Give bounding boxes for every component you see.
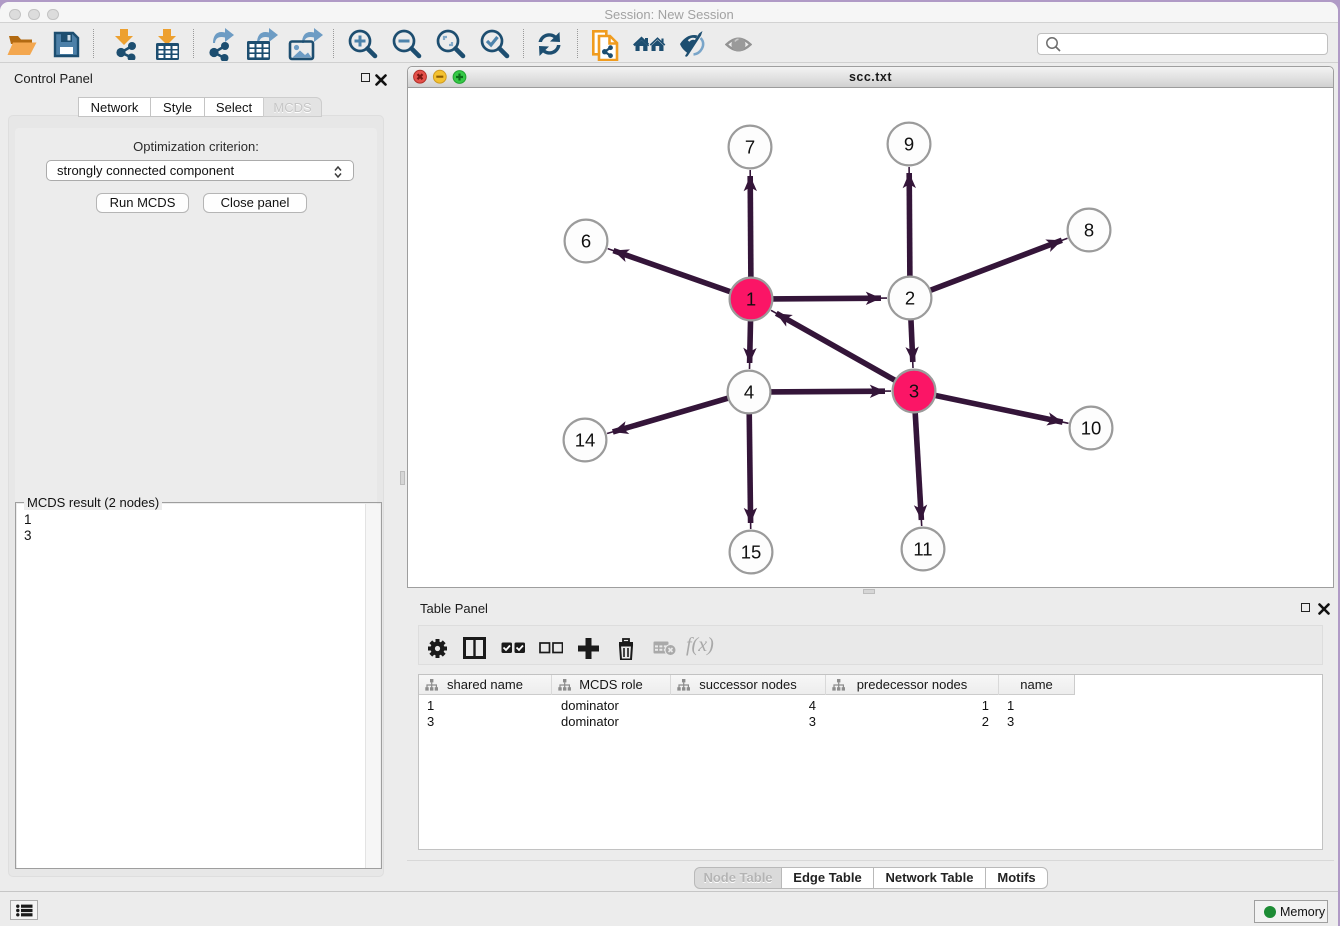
svg-text:8: 8 — [1084, 219, 1094, 240]
svg-text:7: 7 — [745, 136, 755, 157]
svg-text:3: 3 — [909, 380, 919, 401]
svg-text:9: 9 — [904, 133, 914, 154]
svg-text:15: 15 — [741, 541, 762, 562]
svg-text:1: 1 — [746, 288, 756, 309]
svg-text:4: 4 — [744, 381, 754, 402]
svg-text:14: 14 — [575, 429, 596, 450]
svg-text:6: 6 — [581, 230, 591, 251]
svg-text:2: 2 — [905, 287, 915, 308]
svg-text:10: 10 — [1081, 417, 1102, 438]
svg-text:11: 11 — [913, 538, 932, 559]
